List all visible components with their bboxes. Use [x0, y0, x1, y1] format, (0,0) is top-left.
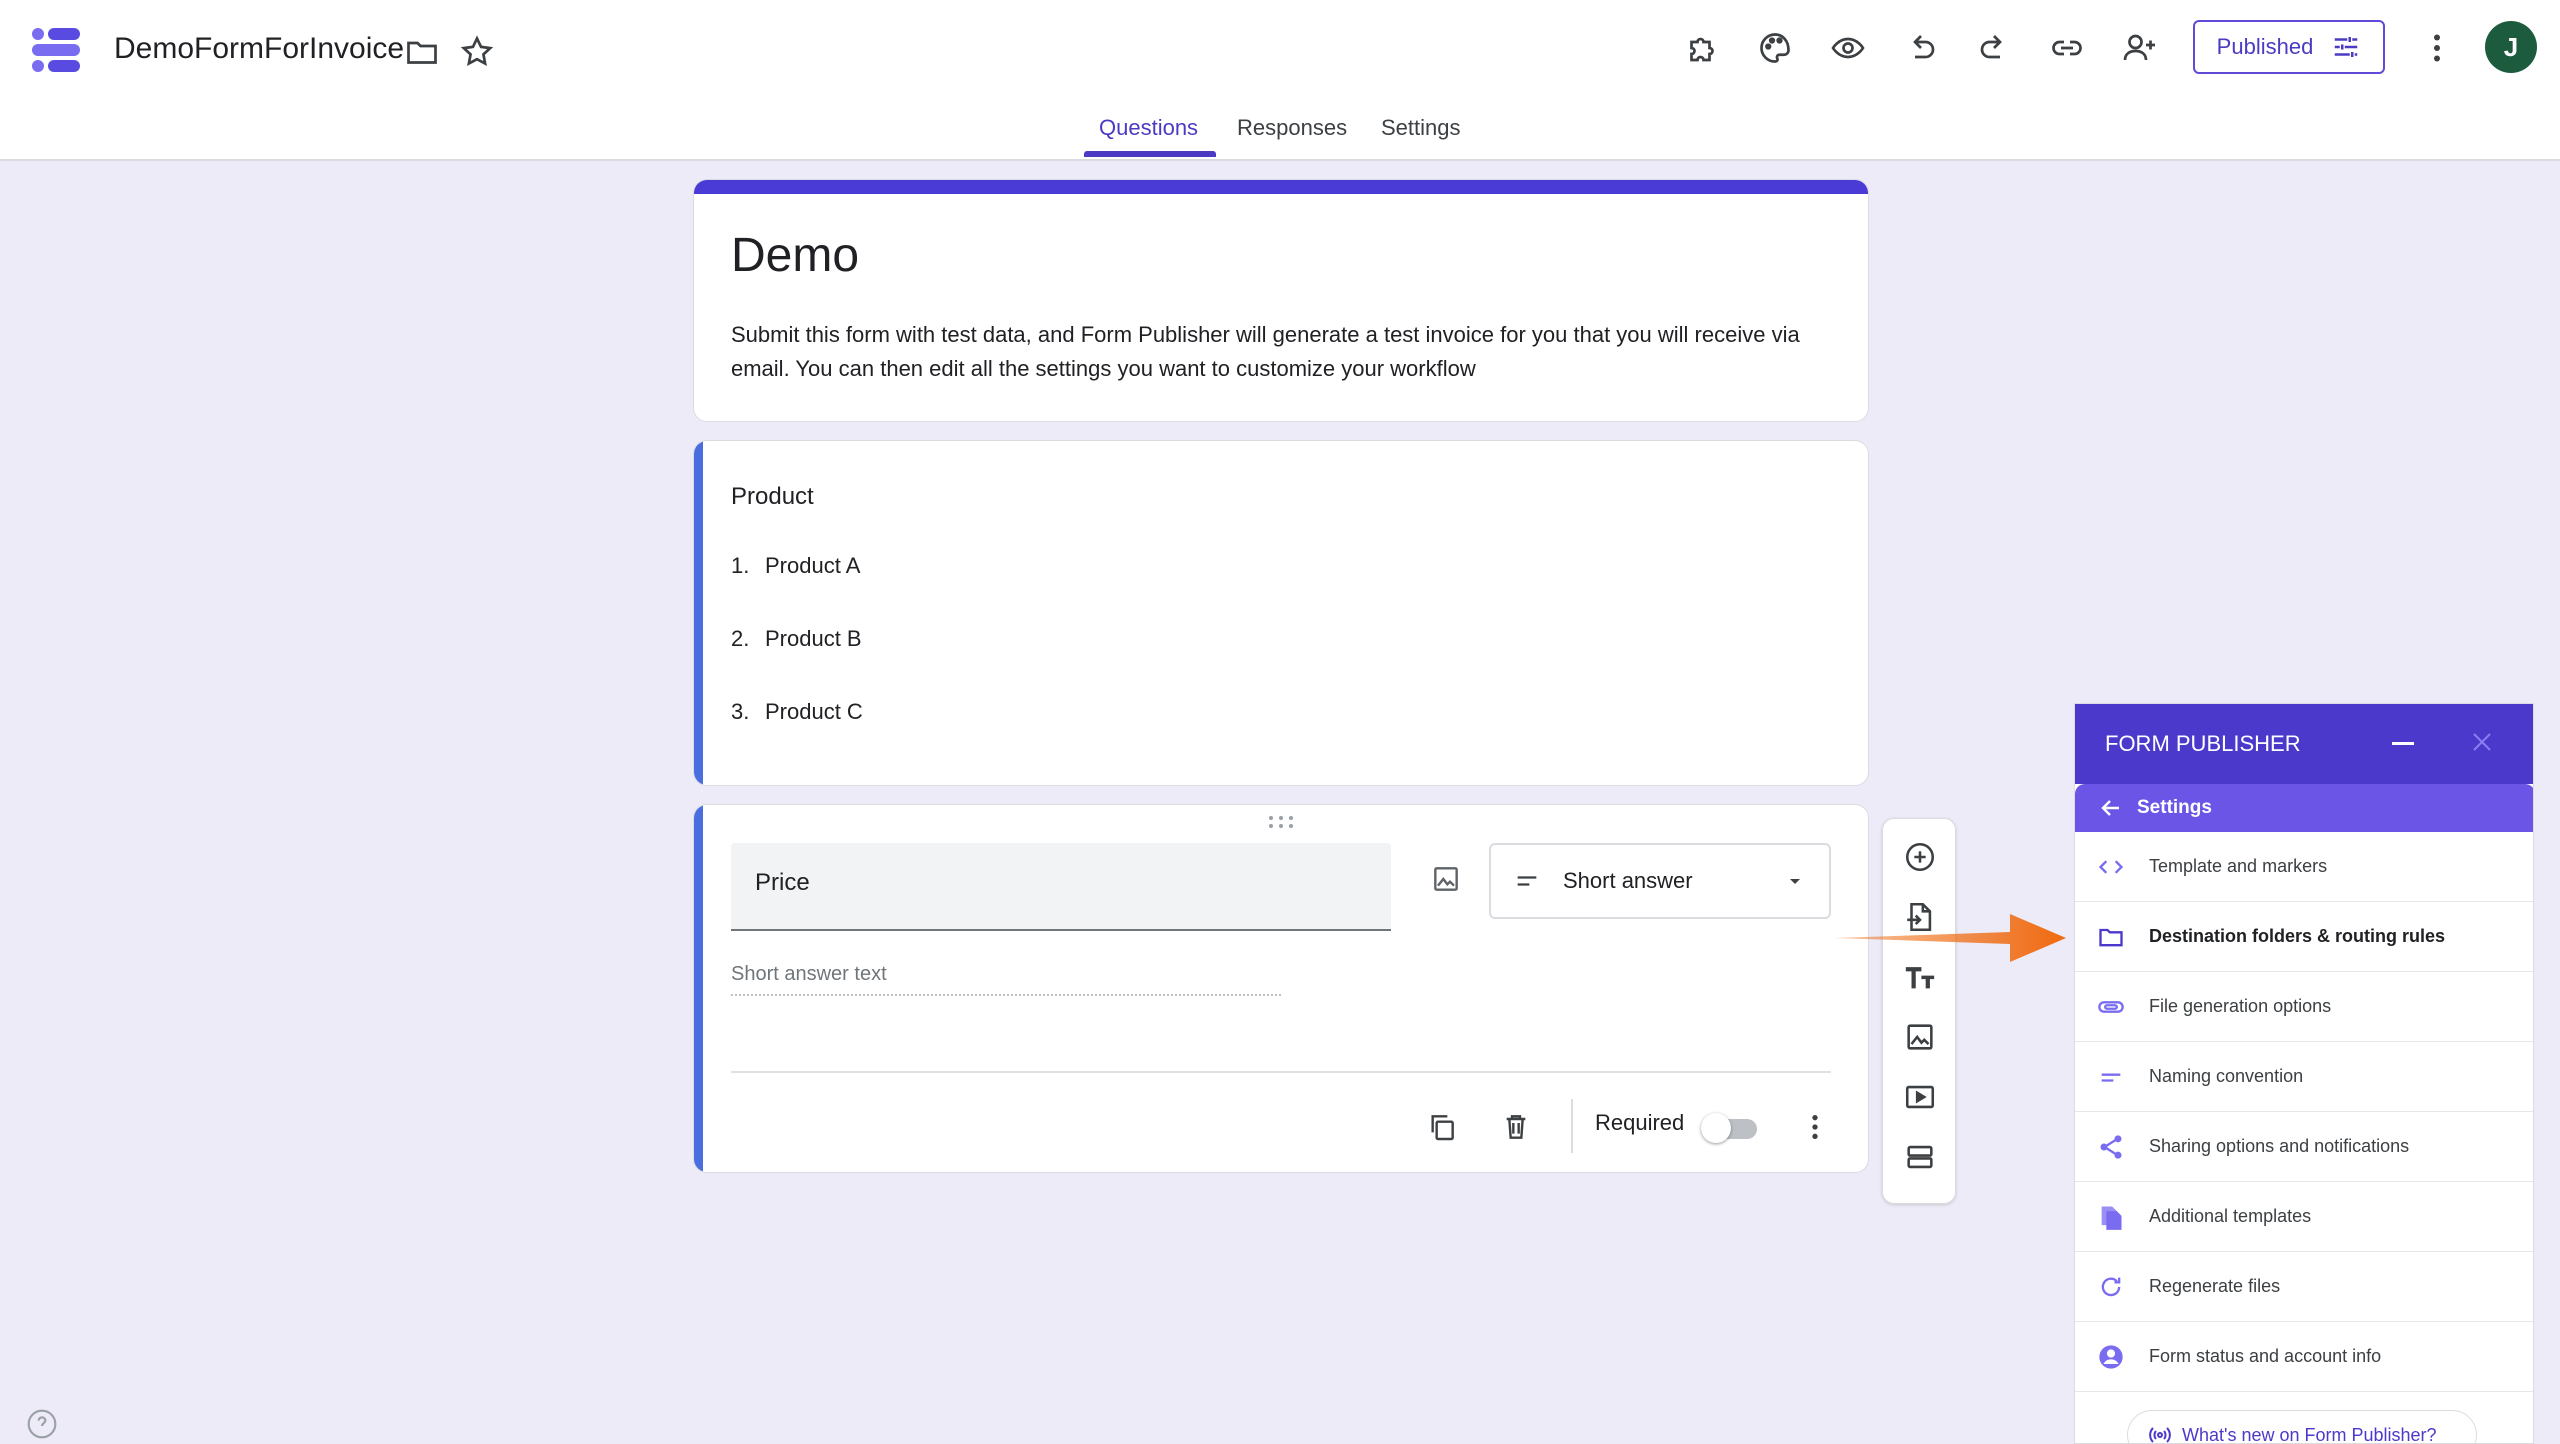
- published-label: Published: [2216, 34, 2314, 59]
- question-type-label: Short answer: [1563, 868, 1693, 893]
- panel-header: FORM PUBLISHER: [2075, 704, 2533, 784]
- menu-item-label: Regenerate files: [2149, 1276, 2281, 1296]
- account-icon: [2099, 1344, 2123, 1369]
- menu-item-label: File generation options: [2149, 996, 2332, 1016]
- whats-new-button[interactable]: What's new on Form Publisher?: [2127, 1410, 2477, 1444]
- add-image-icon[interactable]: [1898, 1015, 1942, 1059]
- card-footer-divider: [731, 1071, 1831, 1073]
- delete-icon[interactable]: [1494, 1105, 1538, 1149]
- minimize-icon[interactable]: [2392, 742, 2414, 745]
- undo-icon[interactable]: [1899, 26, 1943, 70]
- short-text-icon: [2101, 1073, 2121, 1082]
- menu-item-form-status[interactable]: Form status and account info: [2075, 1322, 2533, 1392]
- tune-icon: [2335, 37, 2358, 57]
- menu-item-label: Naming convention: [2149, 1066, 2304, 1086]
- tab-questions[interactable]: Questions: [1099, 115, 1198, 155]
- list-item-number: 2.: [731, 626, 750, 651]
- image-icon: [1434, 867, 1458, 891]
- panel-title: FORM PUBLISHER: [2105, 731, 2301, 756]
- short-text-icon: [1517, 876, 1537, 886]
- menu-item-regenerate-files[interactable]: Regenerate files: [2075, 1252, 2533, 1322]
- preview-eye-icon[interactable]: [1826, 26, 1870, 70]
- highlight-arrow-icon: [1835, 914, 2066, 962]
- title-card-accent: [694, 180, 1868, 194]
- required-toggle[interactable]: [1701, 1109, 1761, 1145]
- duplicate-icon[interactable]: [1420, 1105, 1464, 1149]
- avatar[interactable]: J: [2485, 21, 2537, 73]
- toggle-knob: [1701, 1113, 1731, 1143]
- folder-icon: [2099, 928, 2123, 946]
- list-item: 2. Product B: [731, 626, 862, 652]
- addon-icon[interactable]: [1680, 26, 1724, 70]
- star-icon[interactable]: [455, 30, 499, 74]
- menu-item-label: Template and markers: [2149, 856, 2328, 876]
- menu-item-label: Additional templates: [2149, 1206, 2312, 1226]
- chevron-down-icon: [1790, 879, 1800, 884]
- question-title[interactable]: Product: [731, 483, 814, 511]
- settings-back-label: Settings: [2137, 797, 2212, 818]
- palette-icon[interactable]: [1753, 26, 1797, 70]
- link-icon[interactable]: [2045, 26, 2089, 70]
- menu-item-label: Destination folders & routing rules: [2149, 926, 2446, 946]
- price-question-card[interactable]: Price Short answer Short answer text Req…: [693, 804, 1869, 1173]
- menu-item-additional-templates[interactable]: Additional templates: [2075, 1182, 2533, 1252]
- list-item-number: 3.: [731, 699, 750, 724]
- short-answer-placeholder: Short answer text: [731, 963, 1281, 996]
- form-publisher-panel: FORM PUBLISHER Settings Template and mar…: [2074, 703, 2534, 1444]
- broadcast-icon: [2149, 1427, 2171, 1443]
- product-question-card[interactable]: Product 1. Product A 2. Product B 3. Produc…: [693, 440, 1869, 786]
- active-card-indicator: [694, 441, 703, 785]
- menu-item-file-generation[interactable]: File generation options: [2075, 972, 2533, 1042]
- code-icon: [2098, 859, 2124, 874]
- more-options-icon[interactable]: [1793, 1105, 1837, 1149]
- refresh-icon: [2101, 1277, 2121, 1296]
- menu-item-template-markers[interactable]: Template and markers: [2075, 832, 2533, 902]
- list-item-number: 1.: [731, 553, 750, 578]
- drag-handle-icon[interactable]: [1268, 815, 1294, 829]
- menu-item-sharing-options[interactable]: Sharing options and notifications: [2075, 1112, 2533, 1182]
- arrow-back-icon[interactable]: [2099, 796, 2123, 820]
- list-item: 1. Product A: [731, 553, 860, 579]
- add-collaborator-icon[interactable]: [2118, 26, 2162, 70]
- whats-new-label: What's new on Form Publisher?: [2182, 1424, 2437, 1444]
- add-image-button[interactable]: [1424, 857, 1468, 901]
- form-title-card[interactable]: Demo Submit this form with test data, an…: [693, 179, 1869, 422]
- add-video-icon[interactable]: [1898, 1075, 1942, 1119]
- menu-item-label: Sharing options and notifications: [2149, 1136, 2410, 1156]
- copy-files-icon: [2101, 1206, 2122, 1230]
- list-item-label: Product B: [765, 626, 862, 651]
- forms-logo-icon[interactable]: [30, 24, 82, 76]
- share-icon: [2100, 1134, 2122, 1159]
- redo-icon[interactable]: [1972, 26, 2016, 70]
- form-tabs: Questions Responses Settings: [0, 115, 2560, 161]
- menu-item-label: Form status and account info: [2149, 1346, 2382, 1366]
- list-item: 3. Product C: [731, 699, 863, 725]
- form-description[interactable]: Submit this form with test data, and For…: [731, 318, 1841, 386]
- active-card-indicator: [694, 805, 703, 1172]
- question-type-select[interactable]: Short answer: [1489, 843, 1831, 919]
- required-label: Required: [1595, 1110, 1685, 1135]
- close-icon[interactable]: [2470, 730, 2494, 754]
- list-item-label: Product C: [765, 699, 863, 724]
- form-title[interactable]: Demo: [731, 228, 859, 283]
- published-button[interactable]: Published: [2193, 20, 2385, 74]
- tab-settings[interactable]: Settings: [1381, 115, 1461, 155]
- tab-responses[interactable]: Responses: [1237, 115, 1347, 155]
- help-icon[interactable]: [26, 1408, 58, 1440]
- menu-item-destination-folders[interactable]: Destination folders & routing rules: [2075, 902, 2533, 972]
- floating-toolbar: [1882, 818, 1956, 1204]
- more-vert-icon[interactable]: [2415, 26, 2459, 70]
- app-header: DemoFormForInvoice Published J Questions…: [0, 0, 2560, 161]
- move-to-folder-icon[interactable]: [400, 30, 444, 74]
- document-title[interactable]: DemoFormForInvoice: [114, 32, 404, 66]
- active-tab-indicator: [1084, 151, 1216, 157]
- add-question-icon[interactable]: [1898, 835, 1942, 879]
- attachment-icon: [2098, 1000, 2124, 1013]
- add-section-icon[interactable]: [1898, 1135, 1942, 1179]
- footer-separator: [1571, 1099, 1573, 1153]
- settings-back-bar[interactable]: Settings: [2075, 784, 2533, 832]
- list-item-label: Product A: [765, 553, 861, 578]
- question-title-input[interactable]: Price: [731, 843, 1391, 931]
- menu-item-naming-convention[interactable]: Naming convention: [2075, 1042, 2533, 1112]
